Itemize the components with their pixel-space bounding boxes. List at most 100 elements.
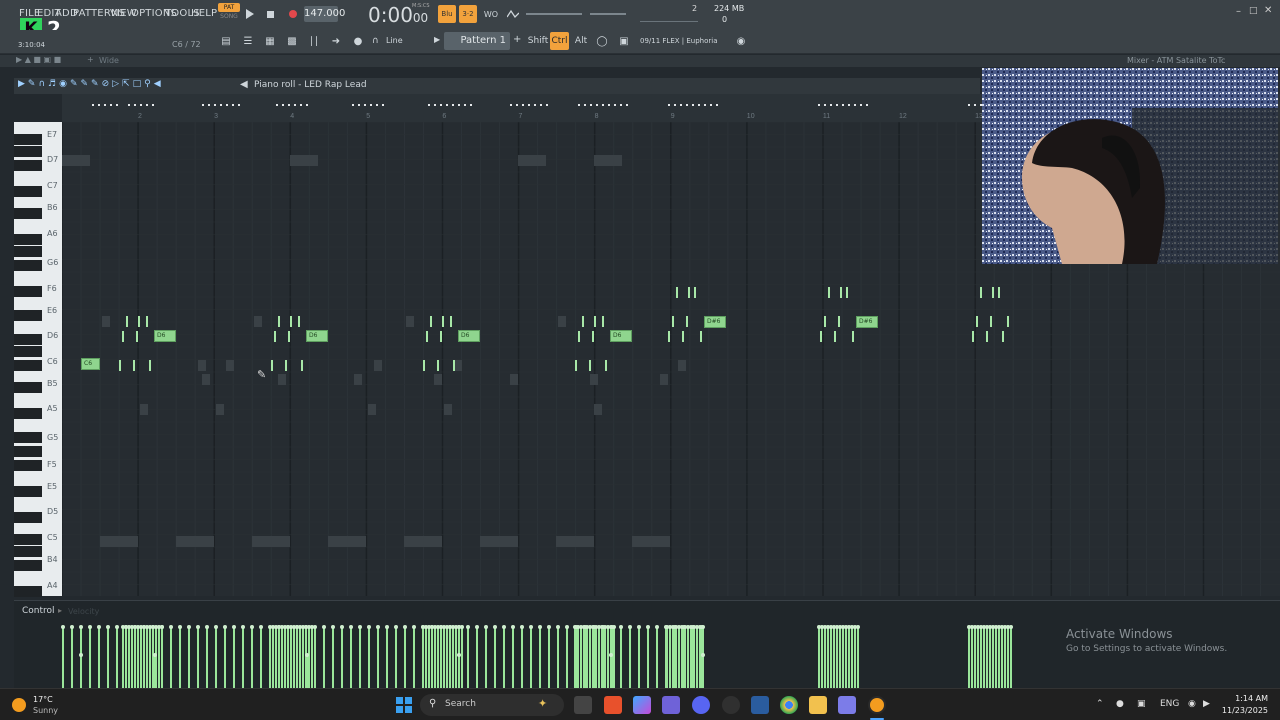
ghost-note[interactable] (404, 536, 442, 547)
note-stub[interactable] (285, 360, 287, 371)
velocity-bar[interactable] (854, 627, 856, 689)
record-button[interactable] (287, 8, 299, 20)
note-stub[interactable] (582, 316, 584, 327)
account-icon[interactable]: ◉ (733, 33, 749, 49)
velocity-bar[interactable] (440, 627, 442, 689)
velocity-bar[interactable] (179, 627, 181, 689)
velocity-bar[interactable] (548, 627, 550, 689)
ghost-note[interactable] (632, 536, 670, 547)
note-d6[interactable]: D6 (610, 330, 632, 342)
note-stub[interactable] (136, 331, 138, 342)
tray-mic-icon[interactable]: ● (1116, 699, 1124, 709)
velocity-bar[interactable] (404, 627, 406, 689)
velocity-bar[interactable] (314, 627, 316, 689)
velocity-handle[interactable] (403, 625, 407, 629)
window-close-icon[interactable]: ✕ (1264, 5, 1272, 16)
alt-button[interactable]: Alt (573, 33, 589, 49)
pat-song-toggle[interactable]: PAT SONG (218, 3, 240, 25)
velocity-handle[interactable] (412, 625, 416, 629)
velocity-bar[interactable] (583, 627, 585, 689)
velocity-bar[interactable] (983, 627, 985, 689)
velocity-bar[interactable] (574, 627, 576, 689)
note-stub[interactable] (271, 360, 273, 371)
note-stub[interactable] (426, 331, 428, 342)
velocity-bar[interactable] (521, 627, 523, 689)
velocity-bar[interactable] (62, 627, 64, 689)
velocity-bar[interactable] (968, 627, 970, 689)
velocity-handle[interactable] (196, 625, 200, 629)
note-stub[interactable] (126, 316, 128, 327)
window-maximize-icon[interactable]: □ (1249, 6, 1258, 16)
black-key[interactable] (14, 346, 42, 357)
velocity-handle[interactable] (637, 625, 641, 629)
ghost-note[interactable] (202, 374, 210, 385)
note-stub[interactable] (278, 316, 280, 327)
note-stub[interactable] (440, 331, 442, 342)
velocity-handle[interactable] (502, 625, 506, 629)
note-stub[interactable] (592, 331, 594, 342)
ctrl-button[interactable]: Ctrl (550, 32, 569, 50)
note-stub[interactable] (676, 287, 678, 298)
channel-rack-icon[interactable]: ☰ (240, 33, 256, 49)
playlist-icon[interactable]: ▤ (218, 33, 234, 49)
velocity-bar[interactable] (696, 627, 698, 689)
velocity-bar[interactable] (377, 627, 379, 689)
velocity-bar[interactable] (188, 627, 190, 689)
velocity-bar[interactable] (149, 627, 151, 689)
velocity-bar[interactable] (995, 627, 997, 689)
clock-date[interactable]: 11/23/2025 (1220, 706, 1268, 715)
velocity-bar[interactable] (284, 627, 286, 689)
ghost-note[interactable] (354, 374, 362, 385)
note-stub[interactable] (575, 360, 577, 371)
velocity-bar[interactable] (827, 627, 829, 689)
velocity-handle[interactable] (250, 625, 254, 629)
velocity-bar[interactable] (290, 627, 292, 689)
note-stub[interactable] (668, 331, 670, 342)
black-key[interactable] (14, 146, 42, 157)
velocity-bar[interactable] (666, 627, 668, 689)
velocity-bar[interactable] (647, 627, 649, 689)
ghost-note[interactable] (480, 536, 518, 547)
velocity-handle[interactable] (385, 625, 389, 629)
velocity-bar[interactable] (992, 627, 994, 689)
ghost-note[interactable] (518, 155, 546, 166)
note-stub[interactable] (288, 331, 290, 342)
velocity-bar[interactable] (224, 627, 226, 689)
ghost-note[interactable] (100, 536, 138, 547)
velocity-bar[interactable] (512, 627, 514, 689)
tempo-display[interactable]: 147.000 (304, 6, 345, 22)
velocity-bar[interactable] (833, 627, 835, 689)
tray-overflow-icon[interactable]: ⌃ (1096, 699, 1104, 709)
ghost-note[interactable] (254, 316, 262, 327)
ghost-note[interactable] (62, 155, 90, 166)
note-stub[interactable] (820, 331, 822, 342)
note-stub[interactable] (998, 287, 1000, 298)
velocity-bar[interactable] (89, 627, 91, 689)
copilot-icon[interactable] (633, 696, 651, 714)
note-stub[interactable] (442, 316, 444, 327)
velocity-handle[interactable] (556, 625, 560, 629)
velocity-bar[interactable] (131, 627, 133, 689)
velocity-bar[interactable] (598, 627, 600, 689)
note-c6[interactable]: C6 (81, 358, 100, 370)
velocity-bar[interactable] (629, 627, 631, 689)
velocity-bar[interactable] (278, 627, 280, 689)
velocity-bar[interactable] (971, 627, 973, 689)
shift-button[interactable]: Shift (528, 33, 548, 49)
note-stub[interactable] (437, 360, 439, 371)
chrome-icon[interactable] (780, 696, 798, 714)
note-stub[interactable] (682, 331, 684, 342)
velocity-bar[interactable] (170, 627, 172, 689)
note-stub[interactable] (828, 287, 830, 298)
add-pattern-icon[interactable]: + (513, 34, 521, 45)
note-stub[interactable] (450, 316, 452, 327)
note-stub[interactable] (972, 331, 974, 342)
velocity-bar[interactable] (1010, 627, 1012, 689)
note-stub[interactable] (824, 316, 826, 327)
velocity-handle[interactable] (358, 625, 362, 629)
velocity-bar[interactable] (494, 627, 496, 689)
note-stub[interactable] (122, 331, 124, 342)
black-key[interactable] (14, 246, 42, 257)
velocity-bar[interactable] (485, 627, 487, 689)
velocity-handle[interactable] (106, 625, 110, 629)
